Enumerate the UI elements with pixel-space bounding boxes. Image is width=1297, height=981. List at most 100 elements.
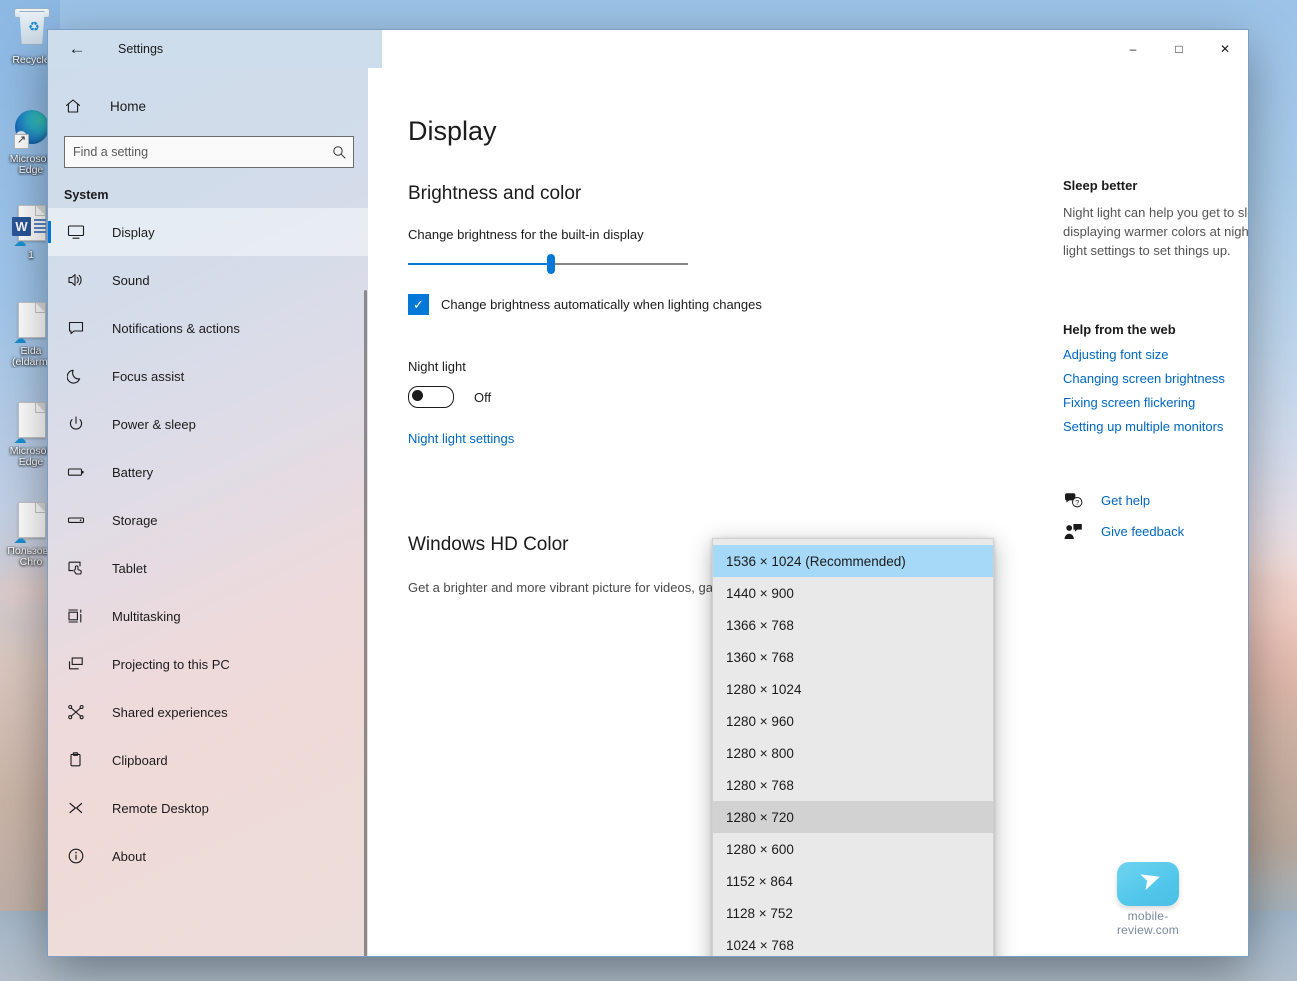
help-links-list: Adjusting font size Changing screen brig… xyxy=(1063,347,1248,434)
titlebar-drag-region[interactable] xyxy=(382,30,1110,68)
search-box[interactable] xyxy=(64,136,354,168)
sidebar-item-home[interactable]: Home xyxy=(48,86,368,126)
slider-fill xyxy=(408,263,551,265)
window-body: Home System Display Sound xyxy=(48,68,1248,956)
dropdown-option[interactable]: 1280 × 1024 xyxy=(713,673,993,705)
resolution-dropdown[interactable]: 1536 × 1024 (Recommended) 1440 × 900 136… xyxy=(712,538,994,956)
speaker-icon xyxy=(64,271,88,289)
settings-main-content: Display Brightness and color Change brig… xyxy=(368,68,1248,956)
window-titlebar: ← Settings – □ ✕ xyxy=(48,30,1248,68)
battery-icon xyxy=(64,463,88,481)
get-help-row[interactable]: ? Get help xyxy=(1063,492,1248,509)
sidebar-item-label: Notifications & actions xyxy=(112,320,240,336)
sidebar-item-multitasking[interactable]: Multitasking xyxy=(48,592,368,640)
sidebar-item-remote-desktop[interactable]: Remote Desktop xyxy=(48,784,368,832)
sidebar-item-label: Clipboard xyxy=(112,752,168,768)
give-feedback-row[interactable]: Give feedback xyxy=(1063,523,1248,540)
brightness-slider-label: Change brightness for the built-in displ… xyxy=(408,227,644,242)
aside-column: Sleep better Night light can help you ge… xyxy=(1063,116,1248,956)
toggle-knob xyxy=(412,390,423,401)
dropdown-option[interactable]: 1024 × 768 xyxy=(713,929,993,956)
sidebar-item-label: Sound xyxy=(112,272,150,288)
auto-brightness-checkbox[interactable]: ✓ xyxy=(408,294,429,315)
sidebar-item-display[interactable]: Display xyxy=(48,208,368,256)
sidebar-item-clipboard[interactable]: Clipboard xyxy=(48,736,368,784)
watermark-text: mobile-review.com xyxy=(1116,909,1180,937)
power-icon xyxy=(64,415,88,433)
sleep-better-text: Night light can help you get to sleep by… xyxy=(1063,205,1248,258)
dropdown-option[interactable]: 1366 × 768 xyxy=(713,609,993,641)
night-light-toggle[interactable] xyxy=(408,386,454,408)
svg-text:?: ? xyxy=(1075,498,1079,507)
dropdown-option[interactable]: 1360 × 768 xyxy=(713,641,993,673)
dropdown-option[interactable]: 1440 × 900 xyxy=(713,577,993,609)
auto-brightness-checkbox-row[interactable]: ✓ Change brightness automatically when l… xyxy=(408,294,1008,315)
sidebar-item-label: Projecting to this PC xyxy=(112,656,230,672)
give-feedback-link[interactable]: Give feedback xyxy=(1101,524,1184,539)
sidebar-item-focus-assist[interactable]: Focus assist xyxy=(48,352,368,400)
window-title: Settings xyxy=(118,42,164,56)
dropdown-option[interactable]: 1152 × 864 xyxy=(713,865,993,897)
titlebar-left: ← Settings xyxy=(48,30,382,68)
feedback-person-icon xyxy=(1063,523,1083,540)
sidebar-item-power-sleep[interactable]: Power & sleep xyxy=(48,400,368,448)
back-button[interactable]: ← xyxy=(62,34,92,64)
search-input[interactable] xyxy=(65,145,325,159)
brightness-slider[interactable] xyxy=(408,254,688,274)
storage-icon xyxy=(64,511,88,529)
dropdown-option[interactable]: 1536 × 1024 (Recommended) xyxy=(713,545,993,577)
sidebar-item-label: Display xyxy=(112,224,155,240)
question-bubble-icon: ? xyxy=(1063,492,1083,509)
slider-thumb[interactable] xyxy=(546,254,555,274)
sidebar-group-header: System xyxy=(64,188,109,202)
close-button[interactable]: ✕ xyxy=(1202,30,1248,68)
moon-icon xyxy=(64,367,88,385)
dropdown-option[interactable]: 1280 × 800 xyxy=(713,737,993,769)
sidebar-item-notifications[interactable]: Notifications & actions xyxy=(48,304,368,352)
minimize-button[interactable]: – xyxy=(1110,30,1156,68)
dropdown-option[interactable]: 1280 × 960 xyxy=(713,705,993,737)
page-title: Display xyxy=(408,116,497,146)
dropdown-option[interactable]: 1280 × 600 xyxy=(713,833,993,865)
sidebar-item-storage[interactable]: Storage xyxy=(48,496,368,544)
sidebar-item-about[interactable]: About xyxy=(48,832,368,880)
sidebar-item-label: Multitasking xyxy=(112,608,181,624)
sidebar-item-label: About xyxy=(112,848,146,864)
night-light-toggle-row: Off xyxy=(408,386,1008,408)
dropdown-option[interactable]: 1280 × 720 xyxy=(713,801,993,833)
sidebar-item-label: Power & sleep xyxy=(112,416,196,432)
help-link-setting-up-multiple-monitors[interactable]: Setting up multiple monitors xyxy=(1063,419,1248,434)
sidebar-item-battery[interactable]: Battery xyxy=(48,448,368,496)
settings-sidebar: Home System Display Sound xyxy=(48,68,368,956)
search-icon[interactable] xyxy=(325,145,353,159)
sidebar-scrollbar[interactable] xyxy=(364,290,367,956)
night-light-state: Off xyxy=(474,389,492,405)
multitasking-icon xyxy=(64,607,88,625)
sidebar-item-label: Shared experiences xyxy=(112,704,228,720)
tablet-icon xyxy=(64,559,88,577)
sidebar-item-label: Tablet xyxy=(112,560,147,576)
dropdown-option[interactable]: 1280 × 768 xyxy=(713,769,993,801)
help-link-fixing-screen-flickering[interactable]: Fixing screen flickering xyxy=(1063,395,1248,410)
help-link-changing-screen-brightness[interactable]: Changing screen brightness xyxy=(1063,371,1248,386)
remote-desktop-icon xyxy=(64,799,88,817)
site-watermark: ➤ mobile-review.com xyxy=(1100,861,1196,937)
dropdown-option[interactable]: 1128 × 752 xyxy=(713,897,993,929)
notification-icon xyxy=(64,319,88,337)
sidebar-item-tablet[interactable]: Tablet xyxy=(48,544,368,592)
sidebar-item-label: Remote Desktop xyxy=(112,800,209,816)
help-from-web-heading: Help from the web xyxy=(1063,322,1176,337)
sidebar-item-sound[interactable]: Sound xyxy=(48,256,368,304)
projecting-icon xyxy=(64,655,88,673)
night-light-label: Night light xyxy=(408,359,466,374)
settings-window: ← Settings – □ ✕ Home System xyxy=(48,30,1248,956)
get-help-link[interactable]: Get help xyxy=(1101,493,1150,508)
clipboard-icon xyxy=(64,751,88,769)
maximize-button[interactable]: □ xyxy=(1156,30,1202,68)
sidebar-item-shared-experiences[interactable]: Shared experiences xyxy=(48,688,368,736)
help-link-adjusting-font-size[interactable]: Adjusting font size xyxy=(1063,347,1248,362)
info-icon xyxy=(64,847,88,865)
sidebar-item-projecting[interactable]: Projecting to this PC xyxy=(48,640,368,688)
night-light-settings-link[interactable]: Night light settings xyxy=(408,431,514,446)
home-icon xyxy=(62,97,84,115)
